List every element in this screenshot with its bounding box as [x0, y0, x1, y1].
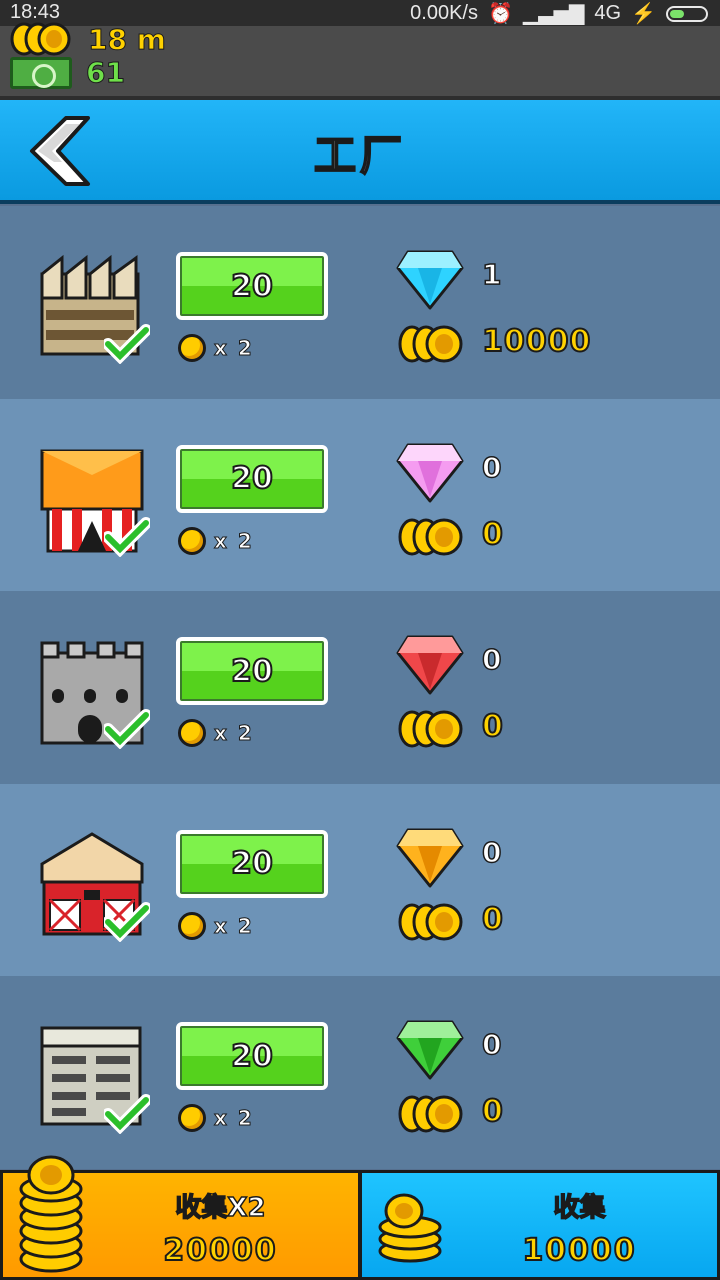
- checkmark-icon: [104, 324, 150, 364]
- factory-row: 20 x 2 0 0: [0, 976, 720, 1169]
- collect-label: 收集: [553, 1192, 607, 1224]
- factory-row: 20 x 2 0 0: [0, 591, 720, 784]
- coin-icon: [178, 334, 206, 362]
- upgrade-cost: 20: [230, 1038, 274, 1075]
- pink-diamond-icon: [396, 443, 464, 502]
- upgrade-cost: 20: [230, 845, 274, 882]
- factory-row: 20 x 2 1 10000: [0, 206, 720, 399]
- coin-stack-icon: [398, 1095, 463, 1133]
- coin-icon: [178, 526, 206, 555]
- multiplier: x 2: [178, 526, 254, 555]
- multiplier: x 2: [178, 334, 254, 362]
- coin-balance: 18 m: [10, 22, 166, 56]
- collect-button[interactable]: 收集 10000: [360, 1170, 720, 1280]
- coin-stack-icon: [398, 325, 463, 363]
- green-diamond-icon: [396, 1020, 464, 1080]
- cash-balance-value: 61: [86, 56, 126, 90]
- multiplier: x 2: [178, 911, 254, 940]
- checkmark-icon: [104, 516, 150, 557]
- upgrade-button[interactable]: 20: [176, 252, 328, 320]
- resources-bar: 18 m 61: [0, 22, 720, 100]
- battery-icon: [666, 5, 708, 22]
- collect-x2-button[interactable]: 收集X2 20000: [0, 1155, 360, 1280]
- checkmark-icon: [104, 709, 150, 749]
- coin-output: 0: [481, 708, 504, 745]
- red-diamond-icon: [396, 635, 464, 695]
- coin-stack-icon: [398, 903, 463, 940]
- coin-output: 0: [481, 1093, 504, 1130]
- coin-icon: [178, 1104, 206, 1132]
- cash-icon: [10, 56, 72, 89]
- coin-balance-value: 18 m: [88, 22, 167, 56]
- collect-amount: 10000: [521, 1232, 637, 1269]
- cash-balance: 61: [10, 56, 126, 90]
- network-type: 4G: [594, 2, 622, 24]
- multiplier-label: x 2: [214, 528, 254, 553]
- gem-count: 0: [481, 1027, 502, 1062]
- coin-icon: [178, 911, 206, 940]
- blue-diamond-icon: [396, 250, 464, 310]
- coin-icon: [178, 719, 206, 747]
- factory-list: 20 x 2 1 10000 20 x 2 0 0 20 x 2 0 0 20 …: [0, 206, 720, 1169]
- coin-stack-icon: [398, 518, 463, 555]
- signal-icon: ▁▃▅▇: [522, 3, 585, 25]
- header-bar: 工厂: [0, 100, 720, 204]
- upgrade-button[interactable]: 20: [176, 1022, 328, 1090]
- checkmark-icon: [104, 1094, 150, 1134]
- coin-output: 0: [481, 516, 504, 553]
- multiplier-label: x 2: [214, 913, 254, 938]
- multiplier: x 2: [178, 719, 254, 747]
- gem-count: 0: [481, 450, 502, 485]
- upgrade-button[interactable]: 20: [176, 444, 328, 513]
- alarm-icon: ⏰: [487, 3, 513, 25]
- factory-row: 20 x 2 0 0: [0, 398, 720, 591]
- coin-output: 10000: [481, 323, 592, 360]
- checkmark-icon: [104, 901, 150, 942]
- coin-stack-icon: [398, 710, 463, 748]
- upgrade-cost: 20: [230, 653, 274, 690]
- status-right: 0.00K/s ⏰ ▁▃▅▇ 4G ⚡: [410, 1, 708, 26]
- status-time: 18:43: [10, 1, 61, 23]
- collect-x2-label: 收集X2: [175, 1192, 267, 1224]
- upgrade-cost: 20: [230, 268, 274, 305]
- page-title: 工厂: [313, 130, 406, 181]
- charging-icon: ⚡: [631, 3, 656, 25]
- gem-count: 0: [481, 835, 502, 870]
- multiplier-label: x 2: [214, 1106, 254, 1131]
- factory-row: 20 x 2 0 0: [0, 783, 720, 976]
- gem-count: 0: [481, 642, 502, 677]
- bottom-actions: 收集X2 20000 收集 10000: [0, 1155, 720, 1280]
- gem-count: 1: [481, 257, 502, 292]
- upgrade-cost: 20: [230, 460, 274, 497]
- coin-stack-icon: [10, 22, 71, 56]
- collect-x2-amount: 20000: [162, 1232, 278, 1269]
- network-speed: 0.00K/s: [410, 2, 478, 24]
- coin-output: 0: [481, 901, 504, 938]
- multiplier-label: x 2: [214, 721, 254, 746]
- multiplier: x 2: [178, 1104, 254, 1132]
- multiplier-label: x 2: [214, 336, 254, 361]
- upgrade-button[interactable]: 20: [176, 637, 328, 705]
- orange-diamond-icon: [396, 828, 464, 887]
- upgrade-button[interactable]: 20: [176, 829, 328, 898]
